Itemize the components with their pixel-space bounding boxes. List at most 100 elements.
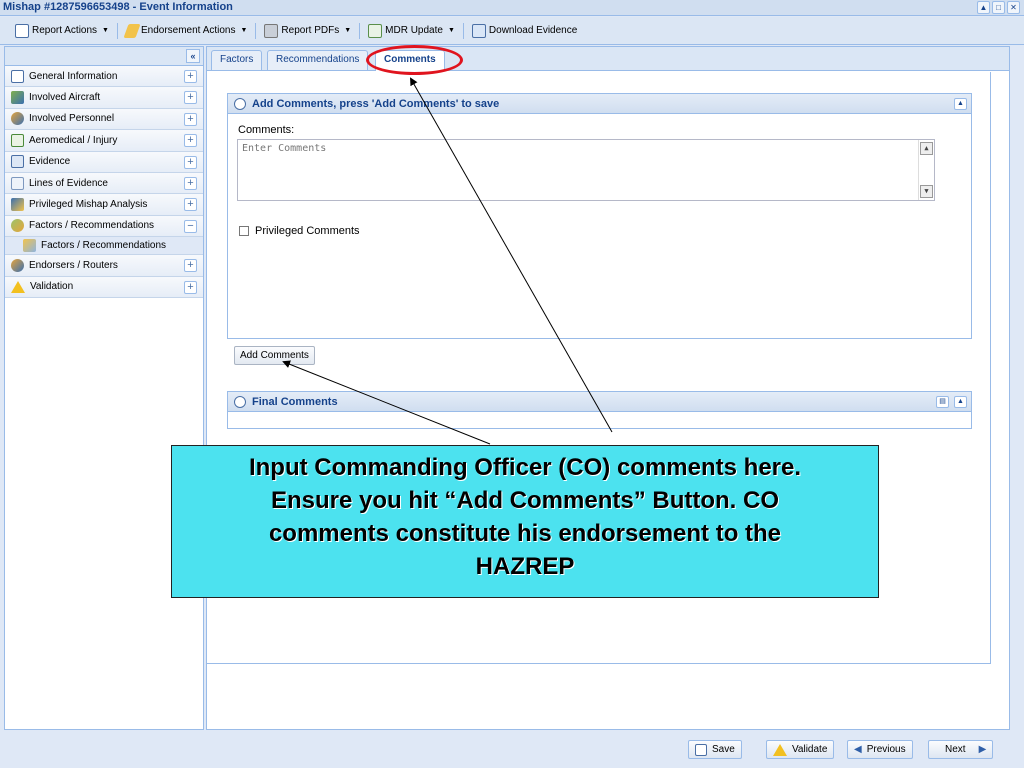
sidebar-item-evidence[interactable]: Evidence + [5, 151, 203, 173]
sidebar-item-label: General Information [29, 70, 118, 82]
privileged-comments-row: Privileged Comments [239, 225, 360, 237]
expand-icon[interactable]: + [184, 259, 197, 273]
callout-line-2: Ensure you hit “Add Comments” Button. CO [271, 487, 779, 514]
sidebar-item-validation[interactable]: Validation + [5, 276, 203, 298]
sidebar-item-factors-recommendations[interactable]: Factors / Recommendations − [5, 215, 203, 238]
chevron-down-icon: ▼ [102, 27, 109, 34]
collapse-panel-icon[interactable]: ▲ [954, 98, 967, 110]
collapse-sidebar-icon[interactable]: « [186, 49, 200, 63]
sidebar-item-label: Involved Personnel [29, 113, 115, 125]
pen-icon [123, 23, 141, 38]
main-panel: Factors Recommendations Comments Add Com… [206, 46, 1010, 730]
highlight-ring [366, 45, 463, 75]
warning-icon [773, 743, 787, 756]
privileged-comments-checkbox[interactable] [239, 226, 249, 236]
final-comments-panel-header: Final Comments [228, 392, 971, 412]
scroll-down-icon[interactable]: ▼ [920, 185, 933, 198]
chevron-down-icon: ▼ [447, 27, 455, 34]
previous-button[interactable]: ◀ Previous [847, 740, 913, 759]
maximize-window-icon[interactable]: □ [992, 1, 1005, 14]
toolbar-separator [255, 22, 257, 39]
report-pdfs-label: Report PDFs [281, 25, 340, 36]
add-comments-panel: Add Comments, press 'Add Comments' to sa… [227, 93, 972, 339]
expand-icon[interactable]: + [184, 70, 197, 83]
endorsers-icon [11, 258, 24, 272]
comments-textarea[interactable]: Enter Comments ▲ ▼ [237, 139, 935, 201]
chevron-down-icon: ▼ [344, 27, 352, 34]
collapse-panel-icon[interactable]: ▲ [954, 396, 967, 408]
mdr-update-label: MDR Update [385, 25, 443, 36]
sidebar-item-label: Evidence [29, 156, 71, 168]
add-comments-panel-title: Add Comments, press 'Add Comments' to sa… [252, 97, 500, 110]
expand-icon[interactable]: + [184, 176, 197, 190]
collapse-window-icon[interactable]: ▲ [977, 1, 990, 14]
endorsement-actions-label: Endorsement Actions [140, 25, 236, 36]
sidebar-item-label: Aeromedical / Injury [29, 134, 118, 146]
document-icon [11, 69, 24, 83]
sidebar-item-general-information[interactable]: General Information + [5, 66, 203, 88]
instruction-callout: Input Commanding Officer (CO) comments h… [171, 445, 879, 598]
scroll-up-icon[interactable]: ▲ [920, 142, 933, 155]
save-button[interactable]: Save [688, 740, 742, 759]
evidence-icon [11, 155, 24, 169]
next-button[interactable]: Next ▶ [928, 740, 994, 759]
add-comments-button[interactable]: Add Comments [234, 346, 315, 365]
callout-line-4: HAZREP [475, 553, 575, 580]
report-actions-label: Report Actions [32, 25, 98, 36]
warning-icon [11, 280, 25, 293]
window-title: Mishap #1287596653498 - Event Informatio… [3, 1, 233, 13]
analysis-icon [11, 198, 24, 212]
pen-icon [23, 239, 36, 253]
report-pdfs-button[interactable]: Report PDFs ▼ [259, 21, 356, 41]
expand-icon[interactable]: + [184, 280, 197, 294]
sidebar-item-label: Factors / Recommendations [29, 220, 155, 232]
window-controls: ▲ □ ✕ [977, 1, 1020, 14]
expand-icon[interactable]: + [184, 198, 197, 212]
sidebar-item-endorsers-routers[interactable]: Endorsers / Routers + [5, 255, 203, 277]
expand-icon[interactable]: + [184, 112, 197, 126]
endorsement-actions-button[interactable]: Endorsement Actions ▼ [121, 21, 252, 41]
sidebar-item-lines-of-evidence[interactable]: Lines of Evidence + [5, 172, 203, 195]
expand-icon[interactable]: + [184, 134, 197, 148]
report-actions-button[interactable]: Report Actions ▼ [10, 21, 114, 41]
privileged-comments-label: Privileged Comments [255, 225, 360, 237]
save-label: Save [712, 744, 735, 755]
expand-icon[interactable]: + [184, 91, 197, 105]
people-icon [11, 112, 24, 126]
main-toolbar: Report Actions ▼ Endorsement Actions ▼ R… [0, 17, 1024, 45]
sidebar-item-involved-aircraft[interactable]: Involved Aircraft + [5, 87, 203, 109]
medical-icon [11, 133, 24, 147]
printer-icon [264, 23, 279, 38]
footer-bar: Save Validate ◀ Previous Next ▶ [0, 731, 1024, 768]
final-comments-panel: Final Comments ▤ ▲ [227, 391, 972, 429]
update-icon [368, 23, 383, 38]
sidebar-item-label: Validation [30, 281, 74, 293]
sidebar-item-privileged-mishap-analysis[interactable]: Privileged Mishap Analysis + [5, 194, 203, 216]
sidebar-item-label: Involved Aircraft [29, 92, 101, 104]
expand-icon[interactable]: + [184, 155, 197, 169]
report-icon [15, 23, 29, 38]
callout-line-3: comments constitute his endorsement to t… [268, 520, 782, 547]
download-evidence-button[interactable]: Download Evidence [467, 21, 582, 41]
aircraft-icon [11, 91, 24, 105]
comment-icon [234, 97, 246, 110]
print-icon[interactable]: ▤ [936, 396, 949, 408]
sidebar-item-label: Lines of Evidence [29, 177, 108, 189]
sidebar-header: « [5, 47, 203, 66]
sidebar-item-involved-personnel[interactable]: Involved Personnel + [5, 108, 203, 131]
tab-recommendations[interactable]: Recommendations [267, 50, 369, 70]
validate-button[interactable]: Validate [766, 740, 835, 759]
sidebar-item-aeromedical-injury[interactable]: Aeromedical / Injury + [5, 130, 203, 152]
collapse-icon[interactable]: − [184, 219, 197, 233]
add-comments-panel-header: Add Comments, press 'Add Comments' to sa… [228, 94, 971, 114]
mdr-update-button[interactable]: MDR Update ▼ [363, 21, 460, 41]
toolbar-separator [359, 22, 361, 39]
sidebar-subitem-factors-recommendations[interactable]: Factors / Recommendations [5, 237, 203, 256]
tab-factors[interactable]: Factors [211, 50, 263, 70]
textarea-scrollbar[interactable]: ▲ ▼ [918, 140, 934, 200]
toolbar-separator [462, 22, 464, 39]
final-comments-panel-title: Final Comments [252, 395, 338, 408]
close-window-icon[interactable]: ✕ [1007, 1, 1020, 14]
navigation-sidebar: « General Information + Involved Aircraf… [4, 46, 204, 730]
chevron-down-icon: ▼ [240, 27, 248, 34]
